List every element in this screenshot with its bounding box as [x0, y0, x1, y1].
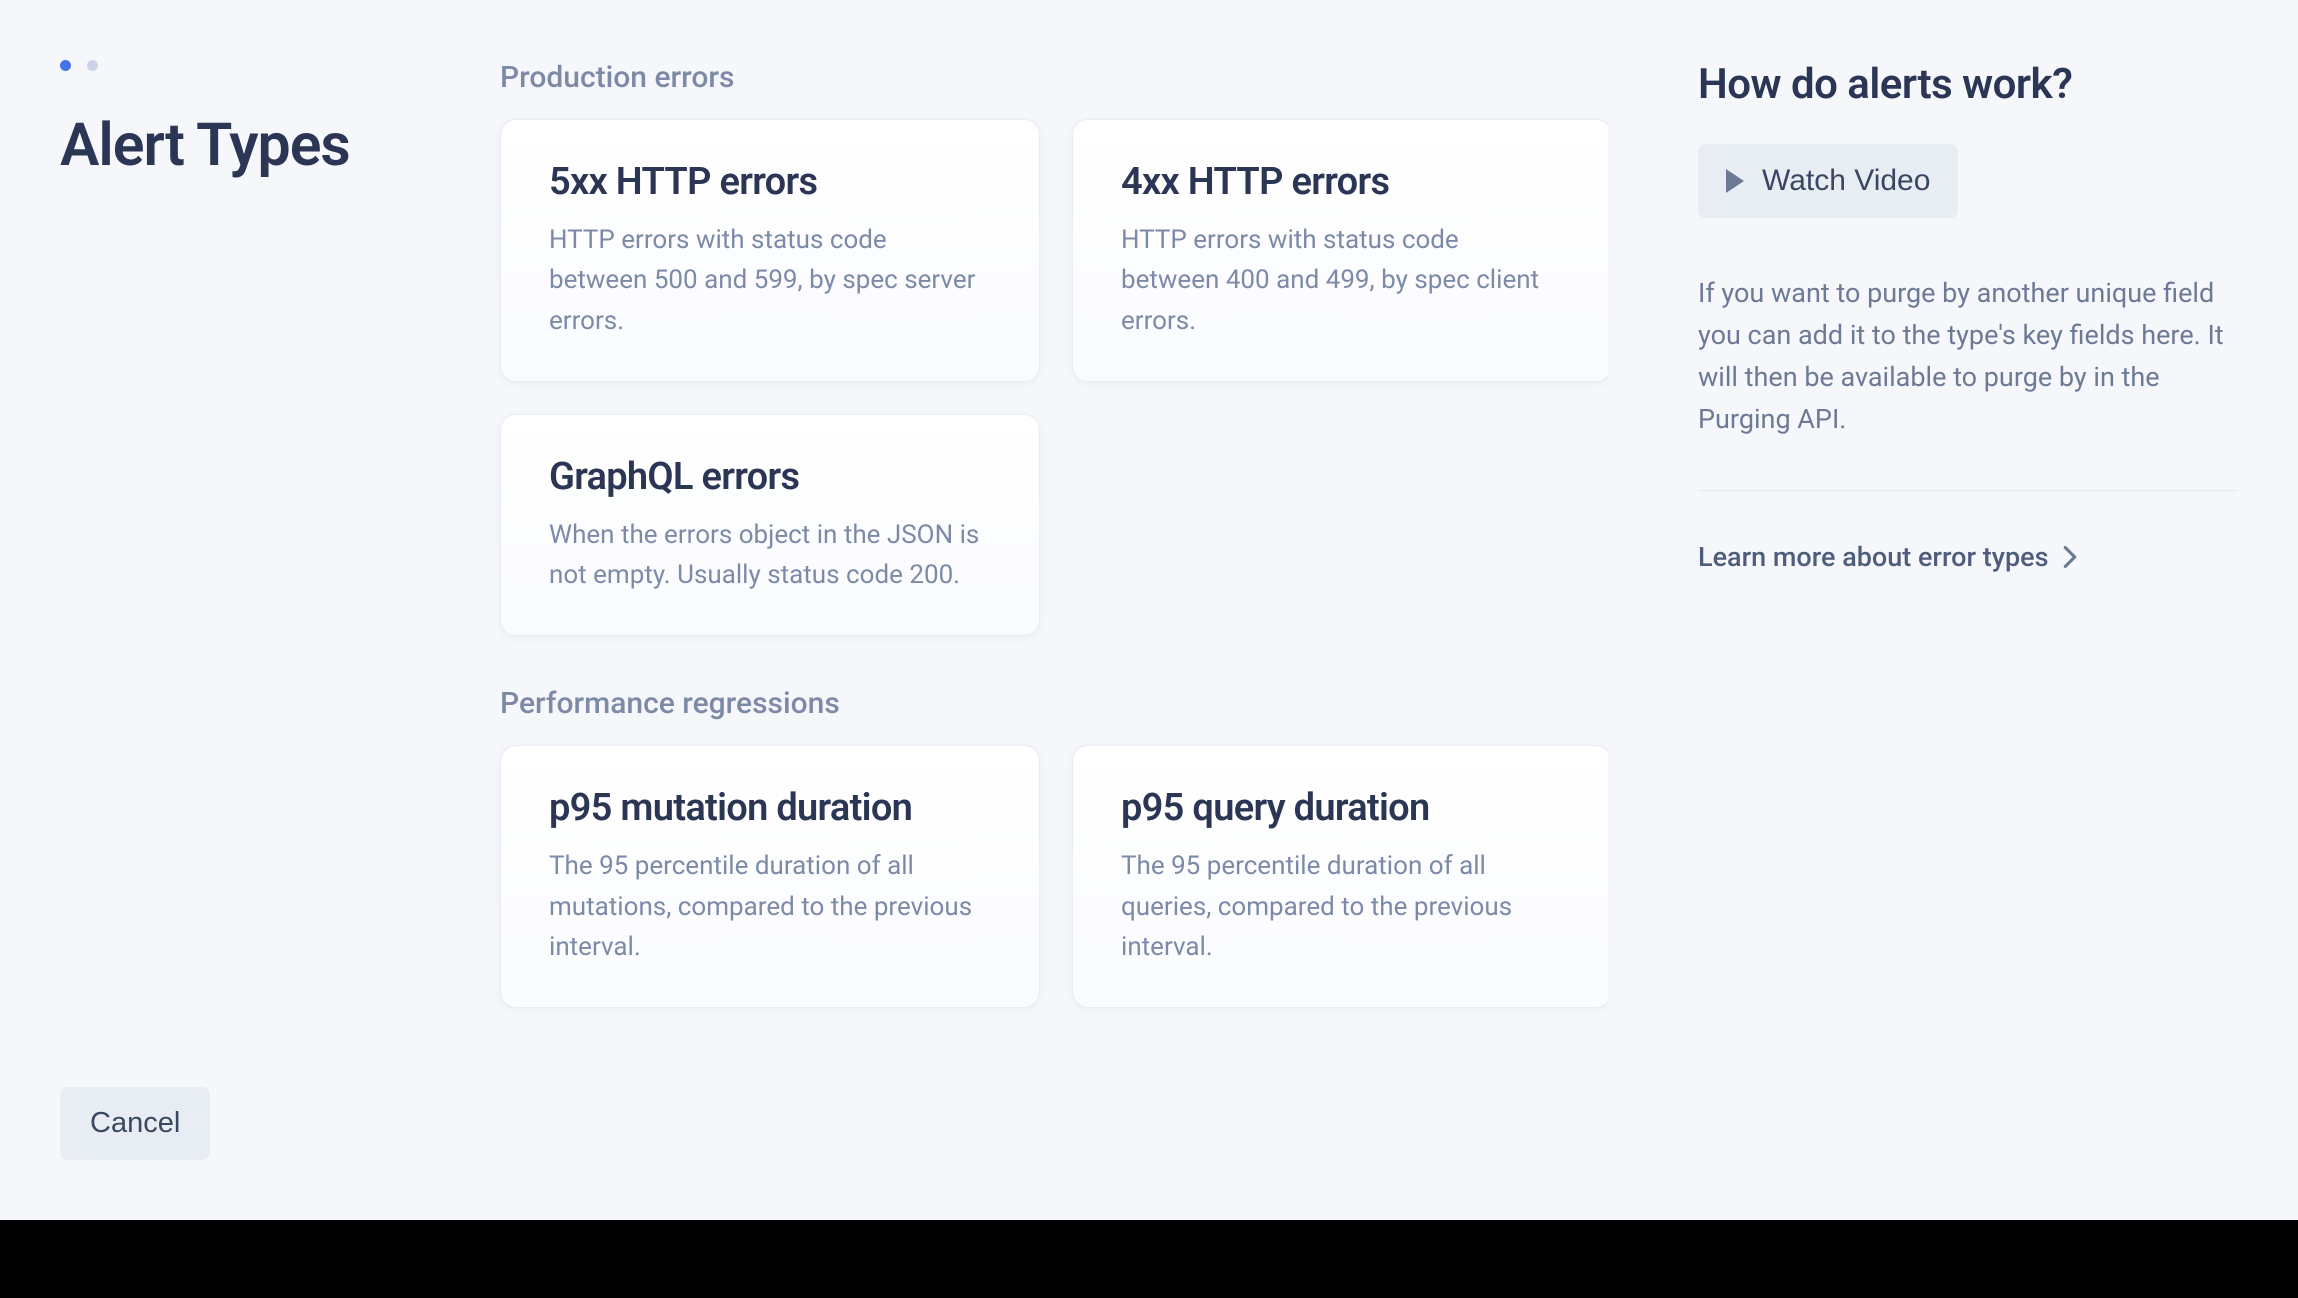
card-title: 4xx HTTP errors	[1121, 160, 1563, 204]
card-title: p95 mutation duration	[549, 786, 991, 830]
page-title: Alert Types	[60, 111, 420, 180]
card-title: GraphQL errors	[549, 455, 991, 499]
step-indicator	[60, 60, 420, 71]
learn-more-link[interactable]: Learn more about error types	[1698, 541, 2238, 573]
card-p95-mutation[interactable]: p95 mutation duration The 95 percentile …	[500, 745, 1040, 1008]
card-description: HTTP errors with status code between 500…	[549, 220, 991, 341]
watch-video-button[interactable]: Watch Video	[1698, 144, 1958, 218]
card-graphql-errors[interactable]: GraphQL errors When the errors object in…	[500, 414, 1040, 637]
step-dot-1	[60, 60, 71, 71]
info-text: If you want to purge by another unique f…	[1698, 273, 2238, 491]
card-title: p95 query duration	[1121, 786, 1563, 830]
section-heading-production: Production errors	[500, 60, 1608, 95]
card-title: 5xx HTTP errors	[549, 160, 991, 204]
card-description: When the errors object in the JSON is no…	[549, 515, 991, 596]
card-p95-query[interactable]: p95 query duration The 95 percentile dur…	[1072, 745, 1608, 1008]
bottom-bar	[0, 1220, 2298, 1298]
section-heading-performance: Performance regressions	[500, 686, 1608, 721]
step-dot-2	[87, 60, 98, 71]
card-4xx-errors[interactable]: 4xx HTTP errors HTTP errors with status …	[1072, 119, 1608, 382]
cancel-button[interactable]: Cancel	[60, 1087, 210, 1160]
learn-more-label: Learn more about error types	[1698, 541, 2049, 573]
card-description: HTTP errors with status code between 400…	[1121, 220, 1563, 341]
watch-video-label: Watch Video	[1762, 164, 1930, 198]
card-description: The 95 percentile duration of all mutati…	[549, 846, 991, 967]
chevron-right-icon	[2063, 546, 2077, 568]
play-icon	[1726, 169, 1744, 193]
sidebar-title: How do alerts work?	[1698, 60, 2238, 109]
card-description: The 95 percentile duration of all querie…	[1121, 846, 1563, 967]
card-5xx-errors[interactable]: 5xx HTTP errors HTTP errors with status …	[500, 119, 1040, 382]
